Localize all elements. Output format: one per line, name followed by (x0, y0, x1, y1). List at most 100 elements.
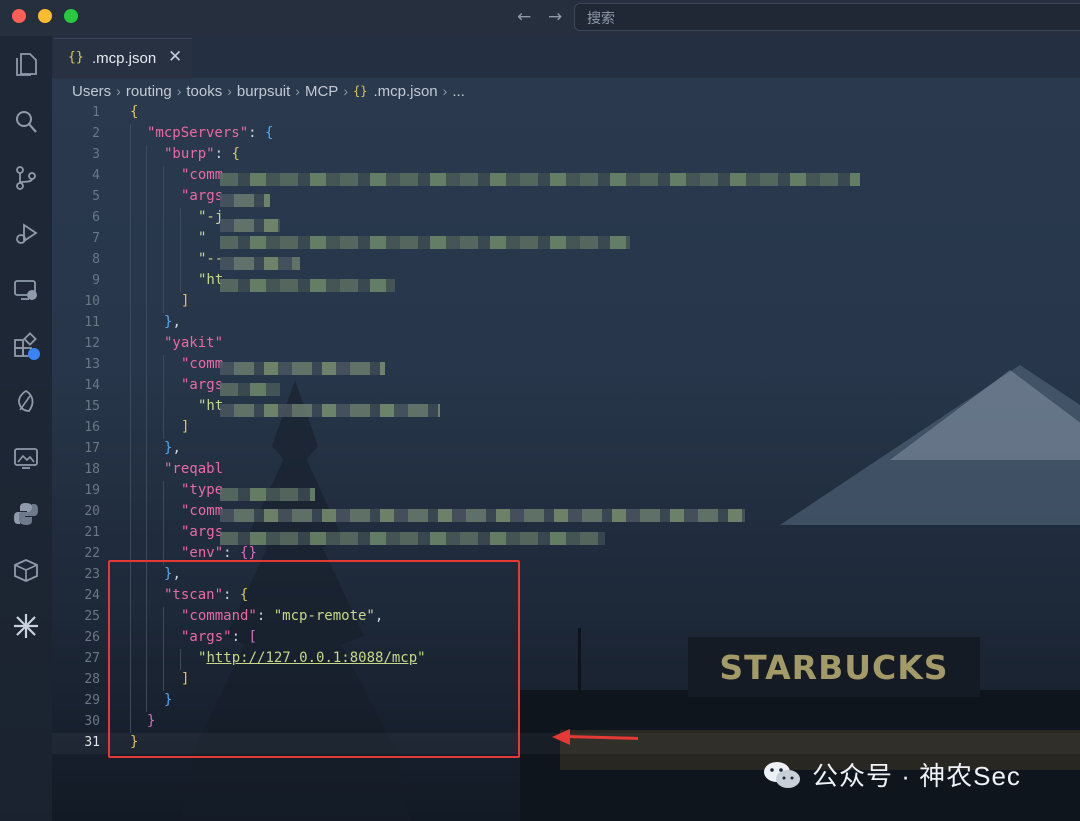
line-number: 17 (84, 441, 100, 456)
sparkle-icon[interactable] (12, 612, 40, 640)
redacted-region (220, 257, 300, 270)
forward-arrow-icon[interactable]: → (548, 7, 562, 27)
code-line[interactable]: 3 "burp": { (52, 145, 1080, 166)
code-text: " (198, 230, 207, 246)
tab-strip (52, 36, 1080, 78)
redacted-region (220, 219, 280, 232)
breadcrumb-item[interactable]: burpsuit (237, 83, 290, 100)
close-tab-icon[interactable]: ✕ (168, 47, 182, 67)
redacted-region (220, 488, 315, 501)
breadcrumb-item[interactable]: .mcp.json (373, 83, 437, 100)
redacted-region (220, 173, 860, 186)
code-text: "comm (181, 167, 224, 183)
code-line[interactable]: 12 "yakit" (52, 334, 1080, 355)
activity-bar (0, 36, 52, 821)
breadcrumb-item[interactable]: MCP (305, 83, 338, 100)
code-text: "env": {} (181, 545, 257, 561)
code-line[interactable]: 14 "args (52, 376, 1080, 397)
run-debug-icon[interactable] (12, 220, 40, 248)
files-icon[interactable] (12, 50, 40, 78)
tab-mcp-json[interactable]: {} .mcp.json ✕ (54, 38, 192, 79)
redacted-region (220, 362, 385, 375)
code-line[interactable]: 1{ (52, 103, 1080, 124)
minimize-window-button[interactable] (38, 9, 52, 23)
indent-guide (180, 208, 181, 292)
line-number: 26 (84, 630, 100, 645)
line-number: 27 (84, 651, 100, 666)
image-preview-icon[interactable] (12, 444, 40, 472)
code-text: }, (164, 314, 181, 330)
breadcrumb-item[interactable]: Users (72, 83, 111, 100)
maximize-window-button[interactable] (64, 9, 78, 23)
leaf-icon[interactable] (12, 388, 40, 416)
line-number: 10 (84, 294, 100, 309)
redacted-region (220, 532, 605, 545)
line-number: 20 (84, 504, 100, 519)
breadcrumb-item[interactable]: ... (452, 83, 465, 100)
breadcrumb-item[interactable]: routing (126, 83, 172, 100)
line-number: 12 (84, 336, 100, 351)
code-line[interactable]: 18 "reqabl (52, 460, 1080, 481)
line-number: 18 (84, 462, 100, 477)
search-icon[interactable] (12, 108, 40, 136)
code-text: "burp": { (164, 146, 240, 162)
breadcrumb-separator: › (295, 83, 300, 99)
code-line[interactable]: 15 "ht (52, 397, 1080, 418)
code-line[interactable]: 19 "type (52, 481, 1080, 502)
breadcrumb-separator: › (227, 83, 232, 99)
code-line[interactable]: 2 "mcpServers": { (52, 124, 1080, 145)
box-icon[interactable] (12, 556, 40, 584)
line-number: 1 (92, 105, 100, 120)
breadcrumb-separator: › (442, 83, 448, 99)
code-text: ] (181, 293, 190, 309)
code-line[interactable]: 10] (52, 292, 1080, 313)
code-text: "mcpServers": { (147, 125, 274, 141)
line-number: 5 (92, 189, 100, 204)
remote-explorer-icon[interactable] (12, 276, 40, 304)
indent-guide (163, 481, 164, 565)
code-text: "comm (181, 503, 224, 519)
line-number: 13 (84, 357, 100, 372)
redacted-region (220, 383, 280, 396)
python-icon[interactable] (12, 500, 40, 528)
watermark-text: 公众号 · 神农Sec (812, 761, 1021, 791)
redacted-region (220, 404, 440, 417)
line-number: 30 (84, 714, 100, 729)
wechat-icon (762, 759, 802, 791)
code-line[interactable]: 16] (52, 418, 1080, 439)
line-number: 31 (84, 735, 100, 750)
breadcrumb-separator: › (343, 83, 348, 99)
line-number: 19 (84, 483, 100, 498)
annotation-arrow-icon (552, 729, 570, 745)
code-line[interactable]: 6 "-j (52, 208, 1080, 229)
code-text: "type (181, 482, 224, 498)
wechat-watermark: 公众号 · 神农Sec (762, 756, 1021, 793)
tab-label: .mcp.json (92, 50, 157, 67)
line-number: 9 (92, 273, 100, 288)
back-arrow-icon[interactable]: ← (517, 7, 531, 27)
line-number: 23 (84, 567, 100, 582)
code-text: "args (181, 524, 224, 540)
line-number: 4 (92, 168, 100, 183)
code-line[interactable]: 13 "comm (52, 355, 1080, 376)
code-line[interactable]: 8 "-- (52, 250, 1080, 271)
extensions-icon[interactable] (12, 332, 40, 360)
line-number: 24 (84, 588, 100, 603)
code-line[interactable]: 5 "args (52, 187, 1080, 208)
command-search-box[interactable]: 搜索 (574, 3, 1080, 31)
breadcrumb-item[interactable]: tooks (186, 83, 222, 100)
line-number: 25 (84, 609, 100, 624)
code-line[interactable]: 17}, (52, 439, 1080, 460)
close-window-button[interactable] (12, 9, 26, 23)
line-number: 2 (92, 126, 100, 141)
line-number: 16 (84, 420, 100, 435)
code-line[interactable]: 9 "ht (52, 271, 1080, 292)
indent-guide (163, 355, 164, 439)
redacted-region (220, 236, 630, 249)
code-line[interactable]: 11}, (52, 313, 1080, 334)
code-text: "reqabl (164, 461, 224, 477)
line-number: 3 (92, 147, 100, 162)
line-number: 7 (92, 231, 100, 246)
source-control-icon[interactable] (12, 164, 40, 192)
code-text: }, (164, 440, 181, 456)
